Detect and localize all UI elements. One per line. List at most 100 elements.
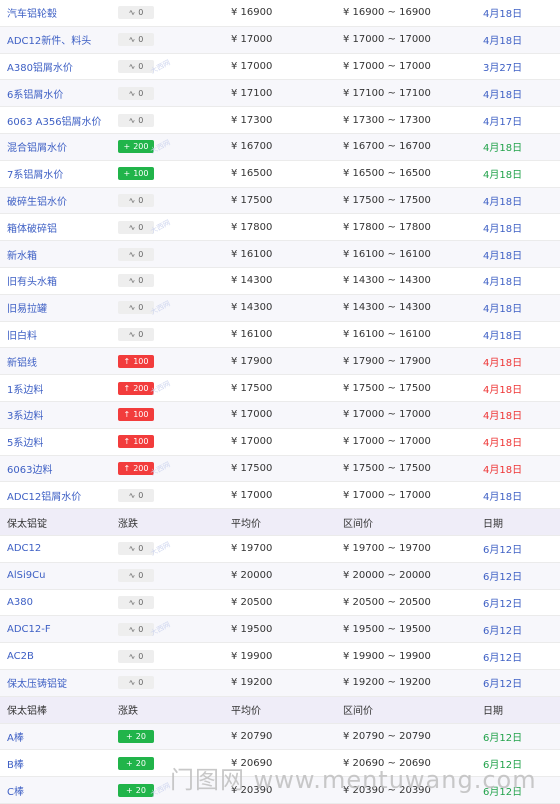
table-row: 保太压铸铝锭 ∿ 0 ¥ 19200 ¥ 19200 ~ 19200 6月12日 [0,669,560,697]
product-name-link[interactable]: 旧有头水箱 [7,268,115,294]
product-name-link[interactable]: 新铝线 [7,348,115,374]
update-date: 4月18日 [483,223,523,235]
change-badge: +100 [118,167,154,181]
product-name-link[interactable]: 6系铝屑水价 [7,80,115,106]
update-date: 4月17日 [483,116,523,128]
product-name-link[interactable]: 汽车铝轮毂 [7,0,115,26]
product-name-link[interactable]: ADC12铝屑水价 [7,482,115,508]
change-cell: ∿ 0 [118,643,178,669]
table-row: 新铝线 ↑ 100 ¥ 17900 ¥ 17900 ~ 17900 4月18日 [0,348,560,376]
average-price: ¥ 20000 [231,570,273,582]
average-price: ¥ 19700 [231,543,273,555]
change-badge: ∿ 0 [118,488,154,502]
average-price: ¥ 17500 [231,382,273,394]
column-header-date: 日期 [483,706,503,718]
average-price: ¥ 17000 [231,34,273,46]
change-value: 0 [138,597,144,607]
product-name-link[interactable]: 旧易拉罐 [7,295,115,321]
flat-trend-icon: ∿ [128,624,136,634]
price-range: ¥ 17300 ~ 17300 [343,114,431,126]
product-name-link[interactable]: 5系边料 [7,429,115,455]
table-row: A380 ∿ 0 ¥ 20500 ¥ 20500 ~ 20500 6月12日 [0,590,560,617]
average-price: ¥ 16100 [231,248,273,260]
product-name-link[interactable]: B棒 [7,750,115,776]
product-name-link[interactable]: 6063边料 [7,456,115,482]
change-value: 100 [133,169,149,179]
change-badge: ↑ 100 [118,354,154,368]
product-name-link[interactable]: 1系边料 [7,375,115,401]
section-header-row: 保太铝棒 涨跌 平均价 区间价 日期 [0,696,560,724]
average-price: ¥ 16700 [231,141,273,153]
up-arrow-icon: ↑ [123,383,131,393]
product-name-link[interactable]: 新水箱 [7,241,115,267]
flat-trend-icon: ∿ [128,597,136,607]
price-range: ¥ 17000 ~ 17000 [343,489,431,501]
down-arrow-icon: + [123,169,131,179]
change-value: 0 [138,88,144,98]
price-range: ¥ 17800 ~ 17800 [343,221,431,233]
update-date: 4月18日 [483,384,523,396]
change-badge: ∿ 0 [118,327,154,341]
change-value: 0 [138,276,144,286]
change-badge: ∿ 0 [118,247,154,261]
product-name-link[interactable]: A380铝屑水价 [7,54,115,80]
average-price: ¥ 17000 [231,60,273,72]
price-range: ¥ 20790 ~ 20790 [343,730,431,742]
change-cell: ∿ 0 [118,188,178,214]
change-value: 0 [138,222,144,232]
price-range: ¥ 16500 ~ 16500 [343,168,431,180]
average-price: ¥ 17800 [231,221,273,233]
change-cell: ∿ 0 [118,241,178,267]
change-value: 20 [135,758,146,768]
product-name-link[interactable]: AC2B [7,643,115,669]
update-date: 4月18日 [483,36,523,48]
product-name-link[interactable]: 7系铝屑水价 [7,161,115,187]
product-name-link[interactable]: AlSi9Cu [7,563,115,589]
product-name-link[interactable]: ADC12 [7,536,115,562]
site-watermark: 门图网 www.mentuwang.com [170,766,537,794]
average-price: ¥ 19900 [231,650,273,662]
change-badge: ∿ 0 [118,676,154,690]
average-price: ¥ 17500 [231,194,273,206]
change-badge: ∿ 0 [118,595,154,609]
table-row: 3系边料 ↑ 100 ¥ 17000 ¥ 17000 ~ 17000 4月18日 [0,401,560,429]
change-badge: +20 [118,729,154,743]
average-price: ¥ 19500 [231,623,273,635]
product-name-link[interactable]: C棒 [7,777,115,803]
product-name-link[interactable]: 3系边料 [7,402,115,428]
product-name-link[interactable]: 旧白料 [7,322,115,348]
change-cell: ∿ 0 [118,482,178,508]
price-range: ¥ 16700 ~ 16700 [343,141,431,153]
flat-trend-icon: ∿ [128,249,136,259]
update-date: 4月18日 [483,9,523,21]
change-value: 20 [135,785,146,795]
table-row: 旧有头水箱 ∿ 0 ¥ 14300 ¥ 14300 ~ 14300 4月18日 [0,268,560,295]
column-header-range: 区间价 [343,706,373,718]
product-name-link[interactable]: 混合铝屑水价 [7,134,115,160]
average-price: ¥ 20790 [231,730,273,742]
table-row: ADC12 ∿ 0 ¥ 19700 ¥ 19700 ~ 19700 6月12日 大西网 [0,536,560,563]
product-name-link[interactable]: 保太压铸铝锭 [7,670,115,696]
product-name-link[interactable]: 破碎生铝水价 [7,188,115,214]
product-name-link[interactable]: 箱体破碎铝 [7,214,115,240]
product-name-link[interactable]: 6063 A356铝屑水价 [7,107,115,133]
product-name-link[interactable]: ADC12新件、料头 [7,27,115,53]
change-cell: +20 [118,750,178,776]
change-value: 0 [138,115,144,125]
price-range: ¥ 14300 ~ 14300 [343,302,431,314]
flat-trend-icon: ∿ [128,61,136,71]
change-value: 100 [133,437,149,447]
table-row: AC2B ∿ 0 ¥ 19900 ¥ 19900 ~ 19900 6月12日 [0,643,560,670]
change-badge: ∿ 0 [118,193,154,207]
change-badge: ∿ 0 [118,113,154,127]
section-title: 保太铝棒 [7,706,47,718]
price-range: ¥ 17000 ~ 17000 [343,409,431,421]
flat-trend-icon: ∿ [128,571,136,581]
table-row: ADC12新件、料头 ∿ 0 ¥ 17000 ¥ 17000 ~ 17000 4月18日 [0,26,560,54]
product-name-link[interactable]: A380 [7,590,115,616]
update-date: 4月18日 [483,143,523,155]
product-name-link[interactable]: A棒 [7,724,115,750]
table-row: ADC12铝屑水价 ∿ 0 ¥ 17000 ¥ 17000 ~ 17000 4月18日 [0,482,560,510]
product-name-link[interactable]: ADC12-F [7,616,115,642]
price-range: ¥ 17000 ~ 17000 [343,436,431,448]
